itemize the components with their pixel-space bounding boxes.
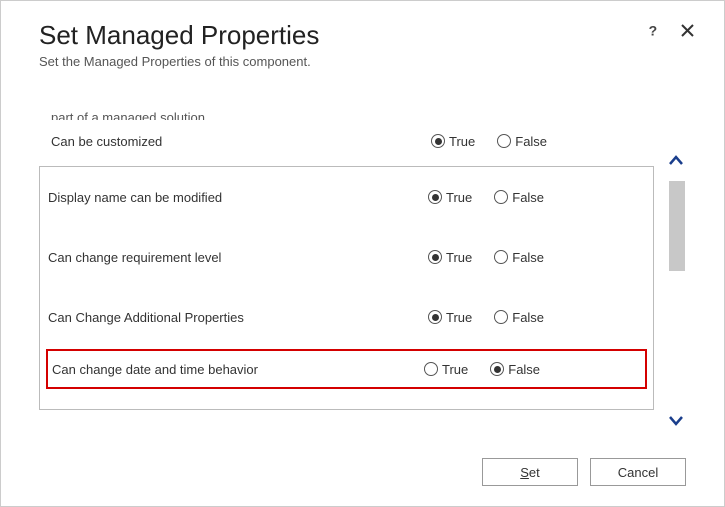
radio-icon [490, 362, 504, 376]
scroll-up-icon[interactable] [666, 151, 686, 171]
dialog-footer: Set Cancel [482, 458, 686, 486]
managed-properties-dialog: Set Managed Properties ? Set the Managed… [0, 0, 725, 507]
label-display-name: Display name can be modified [48, 190, 428, 205]
radio-icon [497, 134, 511, 148]
dialog-title: Set Managed Properties [39, 21, 319, 50]
radio-icon [428, 250, 442, 264]
radio-icon [428, 190, 442, 204]
radio-icon [428, 310, 442, 324]
radio-icon [431, 134, 445, 148]
svg-text:?: ? [649, 23, 658, 37]
label-datetime-behavior: Can change date and time behavior [52, 362, 424, 377]
radio-additional-true[interactable]: True [428, 310, 472, 325]
radio-label: True [446, 250, 472, 265]
header-controls: ? [644, 21, 696, 39]
radio-group-customized: True False [431, 134, 547, 149]
row-datetime-behavior: Can change date and time behavior True F… [46, 349, 647, 389]
row-display-name: Display name can be modified True False [40, 167, 653, 227]
radio-datetime-true[interactable]: True [424, 362, 468, 377]
radio-customized-false[interactable]: False [497, 134, 547, 149]
radio-icon [494, 310, 508, 324]
label-can-be-customized: Can be customized [51, 134, 431, 149]
radio-group-display-name: True False [428, 190, 544, 205]
radio-label: False [508, 362, 540, 377]
help-icon[interactable]: ? [644, 21, 662, 39]
radio-group-requirement: True False [428, 250, 544, 265]
radio-datetime-false[interactable]: False [490, 362, 540, 377]
radio-group-datetime: True False [424, 362, 540, 377]
partial-cutoff-text: part of a managed solution. [39, 111, 654, 120]
content-area: part of a managed solution. Can be custo… [1, 111, 724, 436]
radio-label: False [512, 190, 544, 205]
radio-display-name-true[interactable]: True [428, 190, 472, 205]
radio-display-name-false[interactable]: False [494, 190, 544, 205]
set-button-accel: S [520, 465, 529, 480]
radio-customized-true[interactable]: True [431, 134, 475, 149]
radio-label: False [515, 134, 547, 149]
set-button[interactable]: Set [482, 458, 578, 486]
radio-label: True [446, 310, 472, 325]
radio-additional-false[interactable]: False [494, 310, 544, 325]
radio-requirement-true[interactable]: True [428, 250, 472, 265]
radio-label: True [442, 362, 468, 377]
radio-label: True [446, 190, 472, 205]
label-additional-properties: Can Change Additional Properties [48, 310, 428, 325]
radio-group-additional: True False [428, 310, 544, 325]
radio-label: False [512, 310, 544, 325]
cancel-button-label: Cancel [618, 465, 658, 480]
radio-label: True [449, 134, 475, 149]
row-additional-properties: Can Change Additional Properties True Fa… [40, 287, 653, 347]
row-can-be-customized: Can be customized True False [39, 126, 654, 156]
dialog-subtitle: Set the Managed Properties of this compo… [1, 50, 724, 69]
sub-properties-box: Display name can be modified True False [39, 166, 654, 410]
radio-icon [424, 362, 438, 376]
radio-requirement-false[interactable]: False [494, 250, 544, 265]
radio-label: False [512, 250, 544, 265]
set-button-rest: et [529, 465, 540, 480]
close-icon[interactable] [678, 21, 696, 39]
cancel-button[interactable]: Cancel [590, 458, 686, 486]
properties-panel: part of a managed solution. Can be custo… [39, 111, 654, 436]
scrollbar[interactable] [660, 111, 686, 436]
row-requirement-level: Can change requirement level True False [40, 227, 653, 287]
dialog-header: Set Managed Properties ? [1, 21, 724, 50]
radio-icon [494, 250, 508, 264]
radio-icon [494, 190, 508, 204]
scroll-thumb[interactable] [669, 181, 685, 271]
scroll-down-icon[interactable] [666, 410, 686, 430]
label-requirement-level: Can change requirement level [48, 250, 428, 265]
